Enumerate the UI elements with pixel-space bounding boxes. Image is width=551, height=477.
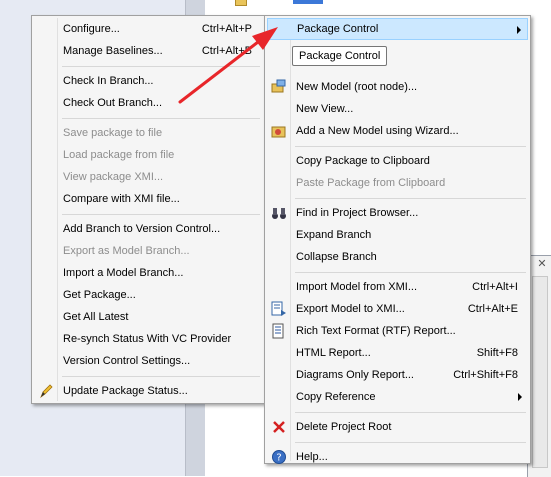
- annotation-arrow-icon: [178, 27, 278, 104]
